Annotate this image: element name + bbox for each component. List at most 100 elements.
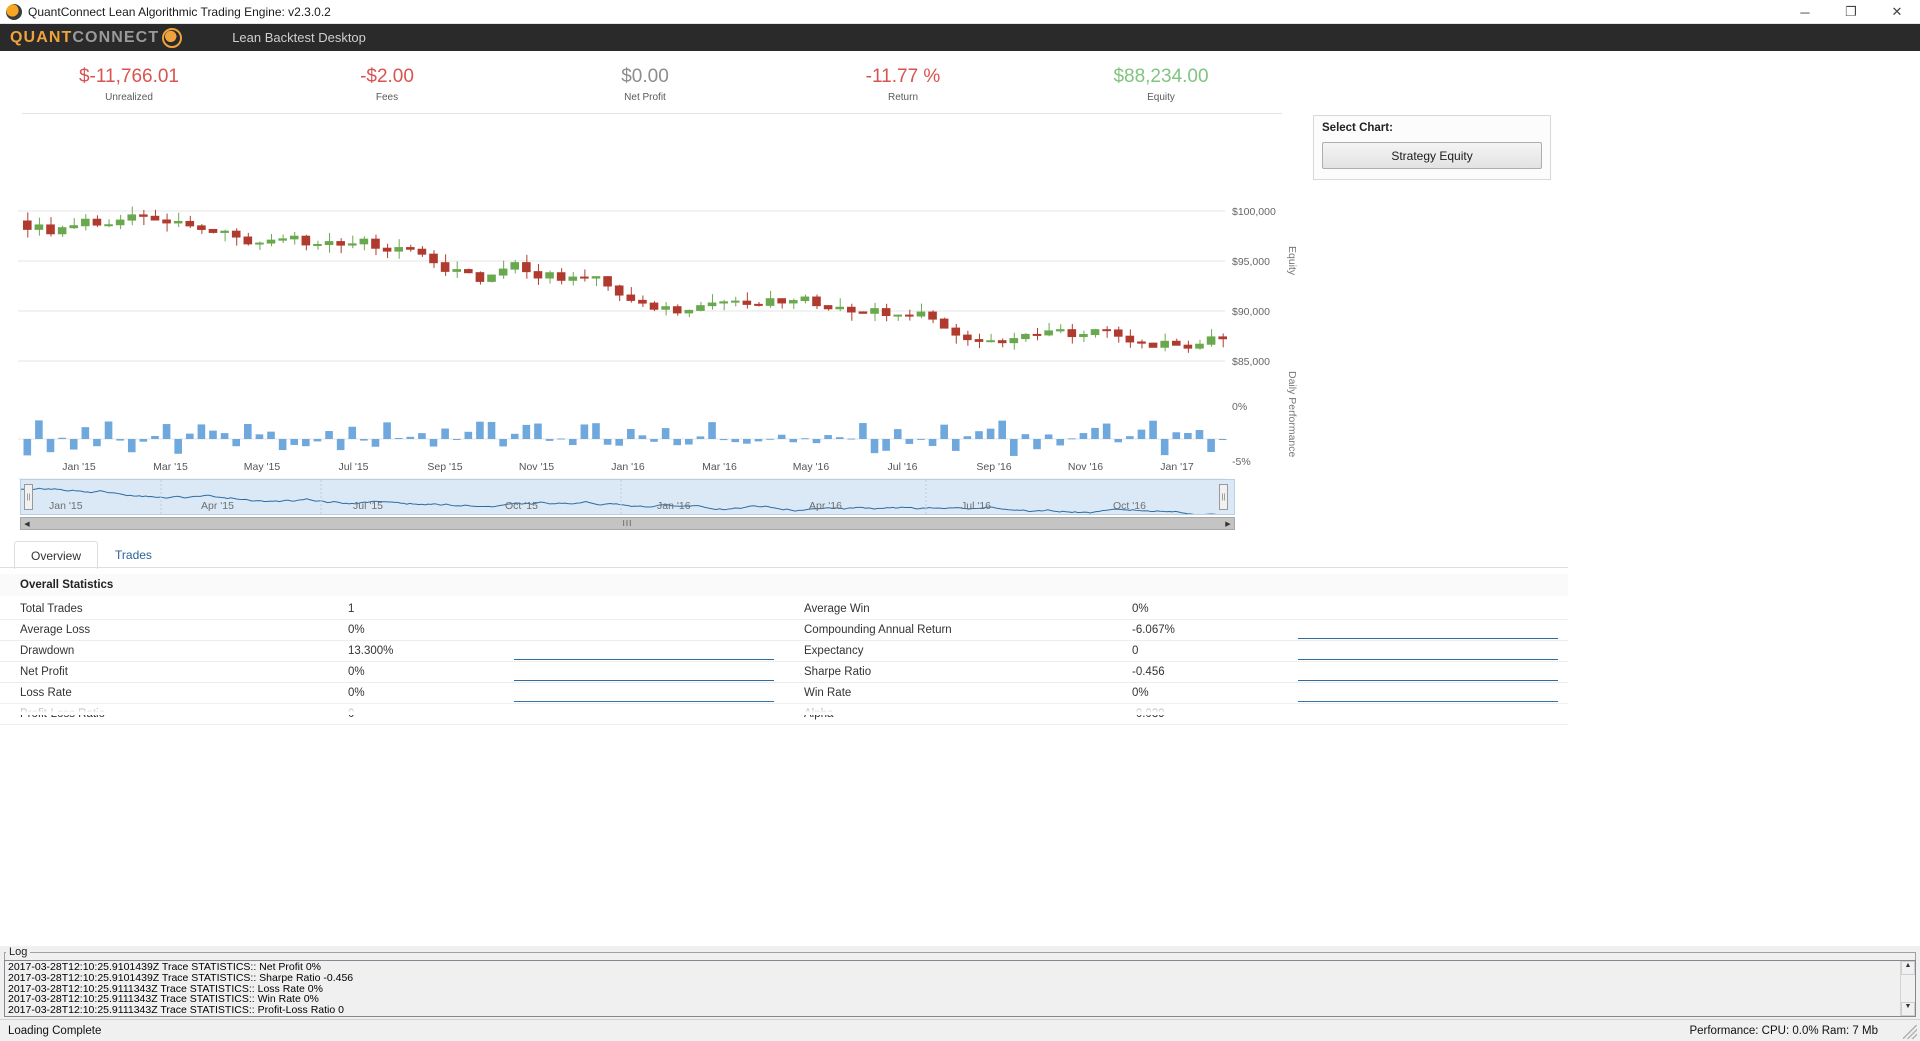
select-chart-label: Select Chart: — [1322, 122, 1393, 134]
scroll-left-icon[interactable]: ◀ — [21, 520, 33, 528]
stat-underline — [1298, 659, 1558, 660]
tab-trades[interactable]: Trades — [98, 540, 169, 568]
x-tick: Jan '15 — [62, 461, 96, 473]
stat-name: Compounding Annual Return — [804, 624, 952, 636]
stat-underline — [514, 680, 774, 681]
stat-cell-right: Expectancy 0 — [784, 641, 1568, 661]
kpi-fees: -$2.00 Fees — [258, 65, 516, 103]
stat-cell-left: Average Loss 0% — [0, 620, 784, 640]
x-tick: May '16 — [792, 461, 830, 473]
stat-cell-left: Net Profit 0% — [0, 662, 784, 682]
stat-name: Sharpe Ratio — [804, 666, 872, 678]
y-tick-equity: $100,000 — [1232, 206, 1276, 218]
stat-underline — [1298, 638, 1558, 639]
stat-cell-left: Total Trades 1 — [0, 599, 784, 619]
stat-value: -6.067% — [1132, 624, 1175, 636]
x-tick: May '15 — [243, 461, 281, 473]
kpi-value: -$2.00 — [360, 66, 414, 87]
scroll-right-icon[interactable]: ▶ — [1222, 520, 1234, 528]
kpi-return: -11.77 % Return — [774, 65, 1032, 103]
kpi-label: Net Profit — [624, 92, 666, 103]
y-tick-daily-performance: 0% — [1232, 401, 1248, 413]
brand-bar: QUANT CONNECT Lean Backtest Desktop — [0, 24, 1920, 51]
log-legend: Log — [6, 946, 31, 958]
chart-y-axis: $100,000 $95,000 $90,000 $85,000 0% -5% Equity… — [1226, 186, 1300, 531]
stat-value: 13.300% — [348, 645, 394, 657]
table-row: Net Profit 0% Sharpe Ratio -0.456 — [0, 662, 1568, 683]
axis-title-equity: Equity — [1286, 246, 1298, 276]
navigator-tick: Apr '16 — [809, 500, 842, 512]
navigator-tick: Jul '16 — [961, 500, 992, 512]
stat-cell-right: Compounding Annual Return -6.067% — [784, 620, 1568, 640]
chart-x-axis: Jan '15 Mar '15 May '15 Jul '15 Sep '15 Nov '… — [0, 461, 1240, 479]
kpi-summary-bar: $-11,766.01 Unrealized -$2.00 Fees $0.00 Net … — [0, 51, 1290, 103]
stat-value: 0% — [1132, 603, 1149, 615]
chart-navigator[interactable]: Jan '15 Apr '15 Jul '15 Oct '15 Jan '16 Apr '… — [20, 479, 1235, 531]
stat-cell-right: Average Win 0% — [784, 599, 1568, 619]
stat-value: 1 — [348, 603, 355, 615]
maximize-icon[interactable]: ❐ — [1828, 0, 1874, 24]
navigator-tick: Jan '15 — [49, 500, 83, 512]
main-stage: $-11,766.01 Unrealized -$2.00 Fees $0.00 Net … — [0, 51, 1920, 997]
navigator-scrollbar[interactable]: ◀ III ▶ — [20, 517, 1235, 530]
kpi-label: Fees — [375, 92, 399, 103]
stat-name: Loss Rate — [20, 687, 72, 699]
log-scrollbar[interactable]: ▲ ▼ — [1900, 961, 1915, 1016]
log-scroll-up-icon[interactable]: ▲ — [1901, 961, 1915, 975]
minimize-icon[interactable]: ─ — [1782, 0, 1828, 24]
x-tick: Mar '16 — [702, 461, 737, 473]
resize-grip-icon[interactable] — [1903, 1025, 1917, 1039]
window-title: QuantConnect Lean Algorithmic Trading En… — [28, 4, 331, 19]
log-panel: Log 2017-03-28T12:10:25.9101439Z Trace S… — [0, 946, 1920, 1019]
select-chart-panel: Select Chart: Strategy Equity — [1313, 115, 1551, 180]
table-row: Average Loss 0% Compounding Annual Return -… — [0, 620, 1568, 641]
navigator-handle-right[interactable]: || — [1219, 484, 1228, 510]
quantconnect-logo: QUANT CONNECT — [10, 27, 183, 48]
x-tick: Sep '15 — [427, 461, 463, 473]
overall-statistics-title: Overall Statistics — [0, 574, 1568, 596]
stat-name: Average Win — [804, 603, 870, 615]
y-tick-equity: $85,000 — [1232, 356, 1270, 368]
app-subtitle: Lean Backtest Desktop — [232, 30, 366, 45]
y-tick-equity: $90,000 — [1232, 306, 1270, 318]
status-message: Loading Complete — [8, 1024, 102, 1037]
stat-cell-left: Loss Rate 0% — [0, 683, 784, 703]
logo-text-quant: QUANT — [10, 28, 73, 46]
kpi-value: $0.00 — [621, 66, 669, 87]
navigator-handle-left[interactable]: || — [24, 484, 33, 510]
stat-value: 0% — [348, 666, 365, 678]
tab-underline — [0, 567, 1568, 568]
stat-underline — [514, 659, 774, 660]
log-scroll-down-icon[interactable]: ▼ — [1901, 1002, 1915, 1016]
stat-name: Total Trades — [20, 603, 83, 615]
x-tick: Nov '16 — [1067, 461, 1104, 473]
window-controls: ─ ❐ ✕ — [1782, 0, 1920, 24]
result-tabs: Overview Trades — [14, 540, 169, 569]
status-bar: Loading Complete Performance: CPU: 0.0% … — [0, 1019, 1920, 1041]
strategy-equity-button[interactable]: Strategy Equity — [1322, 142, 1542, 169]
stat-value: 0% — [348, 687, 365, 699]
stat-name: Average Loss — [20, 624, 91, 636]
kpi-equity: $88,234.00 Equity — [1032, 65, 1290, 103]
performance-readout: Performance: CPU: 0.0% Ram: 7 Mb — [1689, 1024, 1878, 1037]
tab-overview[interactable]: Overview — [14, 541, 99, 569]
log-lines: 2017-03-28T12:10:25.9101439Z Trace STATI… — [5, 961, 1900, 1016]
kpi-unrealized: $-11,766.01 Unrealized — [0, 65, 258, 103]
log-output[interactable]: 2017-03-28T12:10:25.9101439Z Trace STATI… — [4, 960, 1916, 1017]
close-icon[interactable]: ✕ — [1874, 0, 1920, 24]
kpi-separator — [22, 113, 1282, 114]
stat-value: 0% — [348, 624, 365, 636]
stat-name: Win Rate — [804, 687, 852, 699]
kpi-value: -11.77 % — [865, 66, 941, 87]
x-tick: Nov '15 — [518, 461, 555, 473]
x-tick: Jan '16 — [611, 461, 645, 473]
axis-title-daily-performance: Daily Performance — [1286, 371, 1298, 458]
kpi-value: $-11,766.01 — [78, 66, 179, 87]
kpi-label: Unrealized — [105, 92, 153, 103]
stat-underline — [1298, 680, 1558, 681]
navigator-band[interactable]: Jan '15 Apr '15 Jul '15 Oct '15 Jan '16 Apr '… — [20, 479, 1235, 515]
x-tick: Mar '15 — [153, 461, 188, 473]
logo-mark-icon — [162, 27, 183, 48]
scroll-grip[interactable]: III — [33, 519, 1222, 528]
x-tick: Jul '15 — [338, 461, 369, 473]
